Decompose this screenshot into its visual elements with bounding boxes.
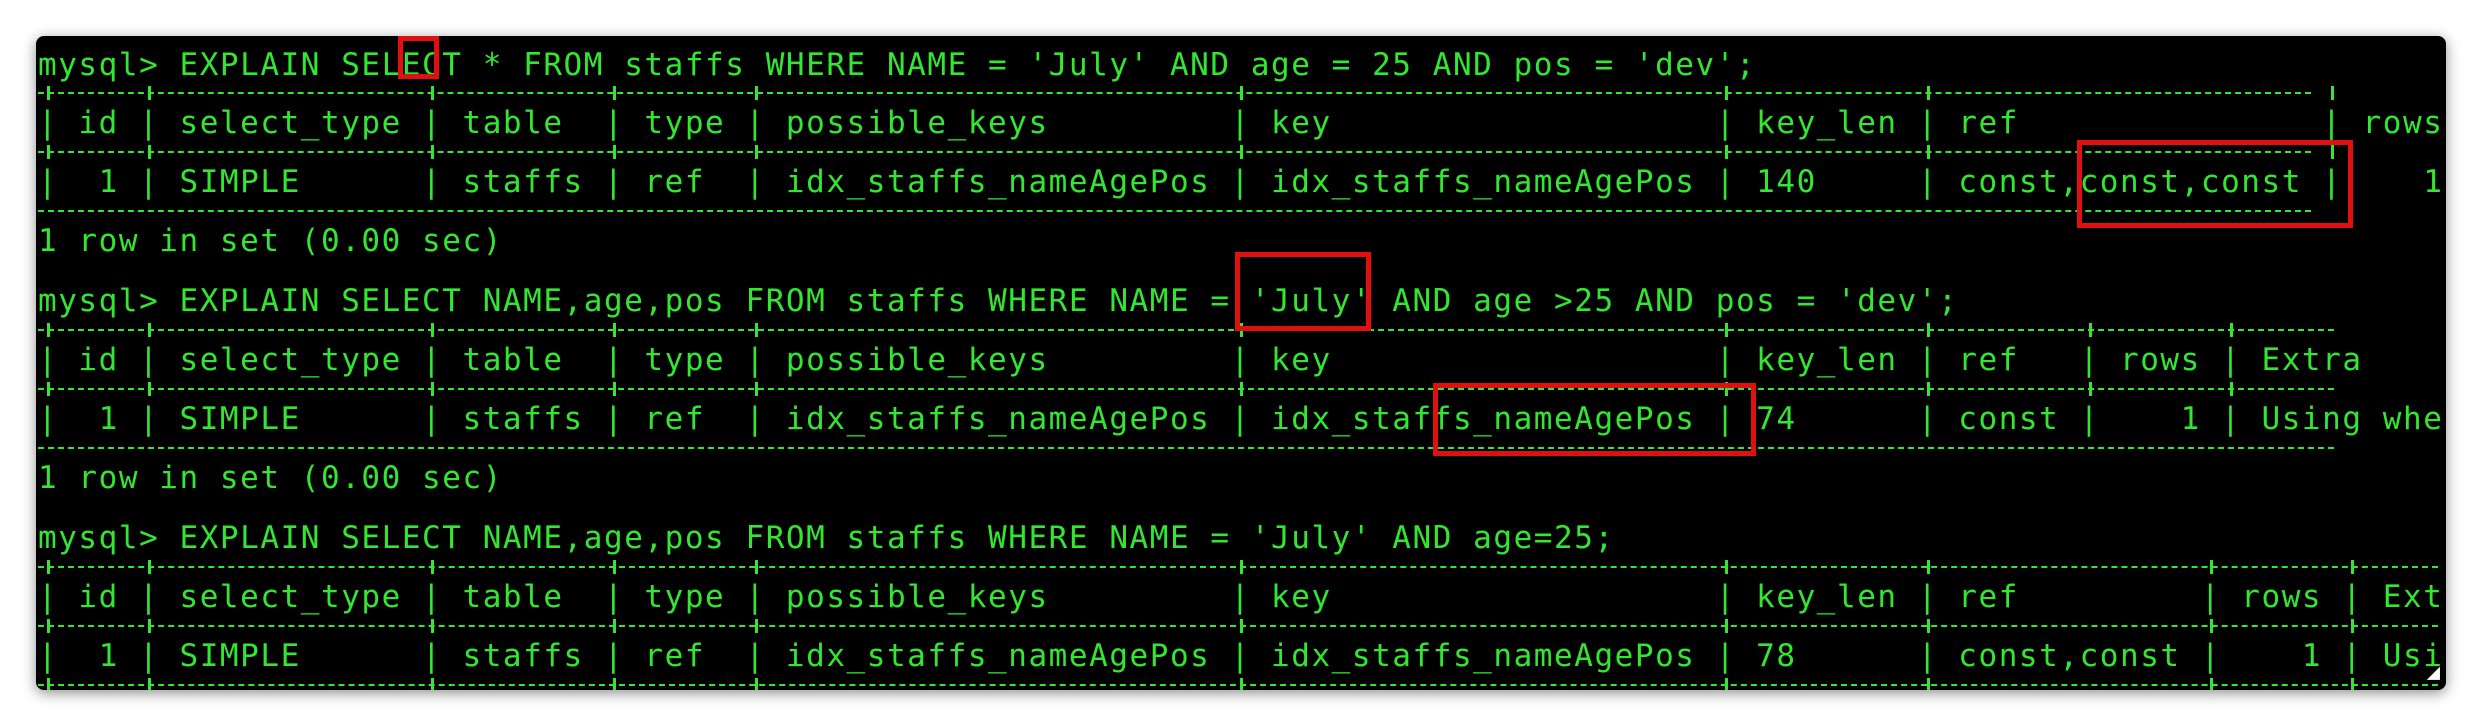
table-border-junction xyxy=(148,678,152,690)
highlight-box-age-range xyxy=(1235,252,1371,331)
highlight-box-extra-using-where xyxy=(2077,140,2353,228)
table-border-junction xyxy=(613,678,617,690)
query-1-status: 1 row in set (0.00 sec) xyxy=(38,223,503,259)
table-border-junction xyxy=(1239,678,1243,690)
query-1-command: mysql> EXPLAIN SELECT * FROM staffs WHER… xyxy=(38,47,1757,83)
table-border-junction xyxy=(431,678,435,690)
query-3-command: mysql> EXPLAIN SELECT NAME,age,pos FROM … xyxy=(38,520,1615,556)
table-border-junction xyxy=(1926,678,1930,690)
terminal-window[interactable]: mysql> EXPLAIN SELECT * FROM staffs WHER… xyxy=(36,36,2446,690)
table-border-junction xyxy=(2209,678,2213,690)
query-2-command: mysql> EXPLAIN SELECT NAME,age,pos FROM … xyxy=(38,283,1959,319)
highlight-box-select-star xyxy=(398,36,439,79)
resize-handle-icon[interactable]: ◢ xyxy=(2427,662,2440,684)
table-border-junction xyxy=(47,678,51,690)
table-border-junction xyxy=(2351,678,2355,690)
table-3-bottom-border xyxy=(38,678,2438,690)
table-border-junction xyxy=(754,678,758,690)
table-border-junction xyxy=(1724,678,1728,690)
query-2-status: 1 row in set (0.00 sec) xyxy=(38,460,503,496)
table-2-data-row: | 1 | SIMPLE | staffs | ref | idx_staffs… xyxy=(38,401,2446,437)
highlight-box-keylen-ref xyxy=(1433,383,1756,456)
